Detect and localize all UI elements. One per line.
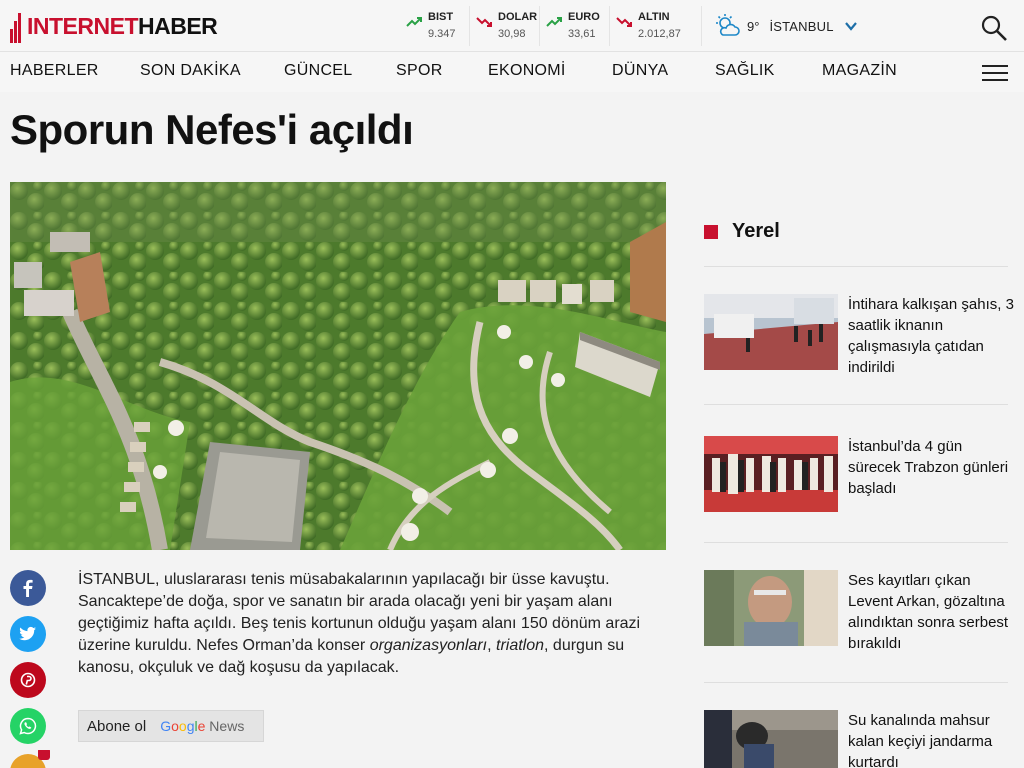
ticker-dolar[interactable]: DOLAR 30,98 [470, 6, 540, 46]
notification-badge [38, 750, 50, 760]
news-title: Ses kayıtları çıkan Levent Arkan, gözalt… [848, 572, 1009, 652]
twitter-icon [19, 626, 36, 641]
google-news-subscribe-button[interactable]: Abone ol Google News [78, 710, 264, 742]
hamburger-icon[interactable] [982, 65, 1008, 83]
search-icon[interactable] [980, 14, 1008, 42]
nav-item-son-dakika[interactable]: SON DAKİKA [140, 62, 241, 80]
ticker-value: 2.012,87 [638, 28, 681, 40]
nav-item-ekonomi[interactable]: EKONOMİ [488, 62, 566, 80]
nav-item-haberler[interactable]: HABERLER [10, 62, 99, 80]
share-more-button[interactable] [10, 750, 52, 768]
ticker-name: ALTIN [638, 11, 670, 23]
pinterest-share-icon[interactable] [10, 662, 46, 698]
ticker-name: BIST [428, 11, 454, 23]
divider [704, 682, 1008, 683]
partly-sunny-icon [716, 14, 740, 36]
heading-marker [704, 224, 718, 239]
whatsapp-share-icon[interactable] [10, 708, 46, 744]
ticker-name: EURO [568, 11, 600, 23]
article-text: , [487, 637, 496, 654]
divider [704, 404, 1008, 405]
ticker-name: DOLAR [498, 11, 538, 23]
news-title: İntihara kalkışan şahıs, 3 saatlik iknan… [848, 296, 1014, 376]
pinterest-icon [20, 672, 36, 688]
news-title: Su kanalında mahsur kalan keçiyi jandarm… [848, 712, 993, 768]
nav-item-dunya[interactable]: DÜNYA [612, 62, 668, 80]
news-thumbnail [704, 710, 838, 768]
ticker-altin[interactable]: ALTIN 2.012,87 [610, 6, 702, 46]
nav-item-guncel[interactable]: GÜNCEL [284, 62, 352, 80]
news-thumbnail [704, 570, 838, 646]
facebook-icon [23, 579, 33, 597]
sidebar-heading-text: Yerel [732, 220, 780, 242]
ticker-value: 33,61 [568, 28, 596, 40]
logo-text-internet: INTERNET [27, 12, 139, 39]
top-bar: INTERNET HABER BIST 9.347 DOLAR 30,98 EUR… [0, 0, 1024, 52]
news-thumbnail [704, 294, 838, 370]
main-nav: HABERLER SON DAKİKA GÜNCEL SPOR EKONOMİ … [0, 52, 1024, 92]
news-thumbnail [704, 436, 838, 512]
article-hero-image[interactable] [10, 182, 666, 550]
trend-up-icon [546, 17, 562, 27]
weather-widget[interactable]: 9° İSTANBUL [705, 6, 865, 46]
ticker-value: 30,98 [498, 28, 526, 40]
logo-mark-icon [10, 9, 26, 43]
logo-text-haber: HABER [138, 12, 218, 39]
facebook-share-icon[interactable] [10, 570, 46, 606]
trend-down-icon [476, 17, 492, 27]
article-title: Sporun Nefes'i açıldı [10, 106, 414, 153]
trend-down-icon [616, 17, 632, 27]
ticker-value: 9.347 [428, 28, 456, 40]
whatsapp-icon [19, 717, 37, 735]
news-title: İstanbul’da 4 gün sürecek Trabzon günler… [848, 438, 1009, 497]
weather-temperature: 9° [747, 18, 760, 34]
subscribe-label: Abone ol [87, 717, 147, 735]
nav-item-magazin[interactable]: MAGAZİN [822, 62, 897, 80]
trend-up-icon [406, 17, 422, 27]
weather-city: İSTANBUL [769, 18, 834, 34]
article-body: İSTANBUL, uluslararası tenis müsabakalar… [78, 569, 668, 679]
divider [704, 542, 1008, 543]
market-tickers: BIST 9.347 DOLAR 30,98 EURO 33,61 ALTIN … [400, 6, 702, 46]
sidebar-heading: Yerel [704, 220, 780, 243]
divider [704, 266, 1008, 267]
nav-item-saglik[interactable]: SAĞLIK [715, 62, 775, 80]
article-text-italic: organizasyonları [369, 637, 488, 654]
twitter-share-icon[interactable] [10, 616, 46, 652]
ticker-bist[interactable]: BIST 9.347 [400, 6, 470, 46]
google-news-logo: Google News [160, 718, 245, 734]
chevron-down-icon [844, 22, 857, 31]
article-text-italic: triatlon [496, 637, 545, 654]
site-logo[interactable]: INTERNET HABER [10, 8, 218, 44]
ticker-euro[interactable]: EURO 33,61 [540, 6, 610, 46]
park-rendering-image [10, 182, 666, 550]
nav-item-spor[interactable]: SPOR [396, 62, 443, 80]
